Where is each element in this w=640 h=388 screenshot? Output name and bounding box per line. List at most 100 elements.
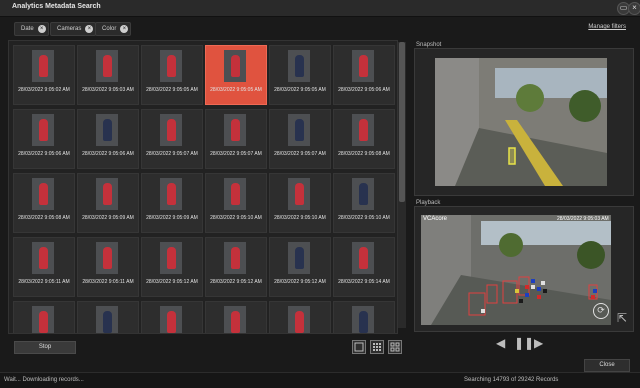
person-figure — [359, 119, 368, 141]
person-figure — [39, 183, 48, 205]
person-figure — [39, 311, 48, 333]
person-figure — [295, 119, 304, 141]
result-thumbnail[interactable]: 28/03/2022 9:05:12 AM — [205, 237, 267, 297]
close-button[interactable]: Close — [584, 359, 630, 372]
person-figure — [103, 55, 112, 77]
popout-icon[interactable]: ⇱ — [617, 311, 627, 325]
person-crop-image — [32, 306, 54, 333]
person-crop-image — [288, 50, 310, 82]
result-thumbnail[interactable]: 28/03/2022 9:05:07 AM — [269, 109, 331, 169]
result-thumbnail[interactable]: 28/03/2022 9:05:02 AM — [13, 45, 75, 105]
person-figure — [231, 247, 240, 269]
results-grid: 28/03/2022 9:05:02 AM 28/03/2022 9:05:03 … — [8, 40, 398, 334]
result-thumbnail[interactable]: 28/03/2022 9:05:11 AM — [13, 237, 75, 297]
remove-filter-icon[interactable]: × — [85, 25, 94, 33]
result-thumbnail[interactable]: 28/03/2022 9:05:06 AM — [333, 45, 395, 105]
thumbnail-timestamp: 28/03/2022 9:05:12 AM — [146, 279, 198, 285]
person-figure — [103, 119, 112, 141]
scrollbar-thumb[interactable] — [399, 42, 405, 202]
search-progress: Searching 14793 of 29242 Records — [464, 377, 559, 383]
result-thumbnail[interactable] — [333, 301, 395, 333]
person-crop-image — [224, 306, 246, 333]
person-figure — [167, 55, 176, 77]
result-thumbnail[interactable] — [77, 301, 139, 333]
result-thumbnail[interactable]: 28/03/2022 9:05:06 AM — [77, 109, 139, 169]
person-crop-image — [96, 242, 118, 274]
remove-filter-icon[interactable]: × — [120, 25, 129, 33]
result-thumbnail[interactable]: 28/03/2022 9:05:10 AM — [269, 173, 331, 233]
results-scrollbar[interactable] — [398, 42, 406, 328]
thumbnail-timestamp: 28/03/2022 9:05:09 AM — [82, 215, 134, 221]
pause-icon[interactable]: ❚❚ — [514, 336, 534, 350]
window-title: Analytics Metadata Search — [12, 3, 101, 10]
result-thumbnail[interactable]: 28/03/2022 9:05:10 AM — [333, 173, 395, 233]
remove-filter-icon[interactable]: × — [37, 25, 46, 33]
person-crop-image — [224, 242, 246, 274]
person-crop-image — [352, 242, 374, 274]
result-thumbnail[interactable]: 28/03/2022 9:05:07 AM — [205, 109, 267, 169]
filter-chip-color[interactable]: Color × — [95, 22, 132, 36]
result-thumbnail[interactable]: 28/03/2022 9:05:05 AM — [205, 45, 267, 105]
result-thumbnail[interactable]: 28/03/2022 9:05:06 AM — [13, 109, 75, 169]
thumbnail-timestamp: 28/03/2022 9:05:10 AM — [210, 215, 262, 221]
playback-video[interactable]: VCAcore 28/03/2022 9:05:03 AM ⟳ — [421, 215, 611, 325]
person-figure — [295, 311, 304, 333]
filter-chip-label: Cameras — [57, 26, 82, 32]
result-thumbnail[interactable] — [13, 301, 75, 333]
person-figure — [359, 55, 368, 77]
person-crop-image — [352, 114, 374, 146]
result-thumbnail[interactable]: 28/03/2022 9:05:12 AM — [141, 237, 203, 297]
thumbnail-timestamp: 28/03/2022 9:05:06 AM — [82, 151, 134, 157]
result-thumbnail[interactable]: 28/03/2022 9:05:10 AM — [205, 173, 267, 233]
person-figure — [359, 183, 368, 205]
result-thumbnail[interactable]: 28/03/2022 9:05:05 AM — [269, 45, 331, 105]
thumbnail-timestamp: 28/03/2022 9:05:03 AM — [82, 87, 134, 93]
person-crop-image — [288, 306, 310, 333]
result-thumbnail[interactable]: 28/03/2022 9:05:07 AM — [141, 109, 203, 169]
previous-icon[interactable]: ◀ — [496, 336, 505, 350]
close-window-icon[interactable]: × — [628, 2, 640, 15]
filter-chip-date[interactable]: Date × — [14, 22, 49, 36]
view-grid-medium-icon[interactable] — [370, 340, 384, 354]
person-figure — [103, 311, 112, 333]
person-figure — [39, 247, 48, 269]
result-thumbnail[interactable]: 28/03/2022 9:05:03 AM — [77, 45, 139, 105]
thumbnail-timestamp: 28/03/2022 9:05:06 AM — [18, 151, 70, 157]
thumbnail-timestamp: 28/03/2022 9:05:05 AM — [146, 87, 198, 93]
result-thumbnail[interactable]: 28/03/2022 9:05:05 AM — [141, 45, 203, 105]
result-thumbnail[interactable]: 28/03/2022 9:05:12 AM — [269, 237, 331, 297]
result-thumbnail[interactable]: 28/03/2022 9:05:08 AM — [333, 109, 395, 169]
stop-button[interactable]: Stop — [14, 341, 76, 354]
view-single-icon[interactable] — [352, 340, 366, 354]
filter-chip-cameras[interactable]: Cameras × — [50, 22, 97, 36]
result-thumbnail[interactable] — [269, 301, 331, 333]
person-crop-image — [352, 306, 374, 333]
status-bar: Wait... Downloading records... Searching… — [0, 372, 640, 388]
result-thumbnail[interactable]: 28/03/2022 9:05:11 AM — [77, 237, 139, 297]
person-crop-image — [160, 178, 182, 210]
person-crop-image — [288, 242, 310, 274]
person-crop-image — [160, 242, 182, 274]
result-thumbnail[interactable]: 28/03/2022 9:05:08 AM — [13, 173, 75, 233]
result-thumbnail[interactable] — [141, 301, 203, 333]
person-figure — [231, 311, 240, 333]
result-thumbnail[interactable] — [205, 301, 267, 333]
person-crop-image — [160, 50, 182, 82]
thumbnail-timestamp: 28/03/2022 9:05:09 AM — [146, 215, 198, 221]
result-thumbnail[interactable]: 28/03/2022 9:05:09 AM — [141, 173, 203, 233]
timestamp-overlay: 28/03/2022 9:05:03 AM — [557, 216, 609, 222]
next-icon[interactable]: ▶ — [534, 336, 543, 350]
thumbnail-timestamp: 28/03/2022 9:05:10 AM — [338, 215, 390, 221]
thumbnail-timestamp: 28/03/2022 9:05:10 AM — [274, 215, 326, 221]
person-figure — [295, 247, 304, 269]
person-figure — [103, 183, 112, 205]
person-figure — [39, 55, 48, 77]
person-crop-image — [352, 178, 374, 210]
result-thumbnail[interactable]: 28/03/2022 9:05:14 AM — [333, 237, 395, 297]
refresh-icon[interactable]: ⟳ — [593, 303, 609, 319]
view-grid-large-icon[interactable] — [388, 340, 402, 354]
manage-filters-link[interactable]: Manage filters — [588, 24, 626, 30]
person-crop-image — [96, 178, 118, 210]
result-thumbnail[interactable]: 28/03/2022 9:05:09 AM — [77, 173, 139, 233]
person-figure — [231, 183, 240, 205]
